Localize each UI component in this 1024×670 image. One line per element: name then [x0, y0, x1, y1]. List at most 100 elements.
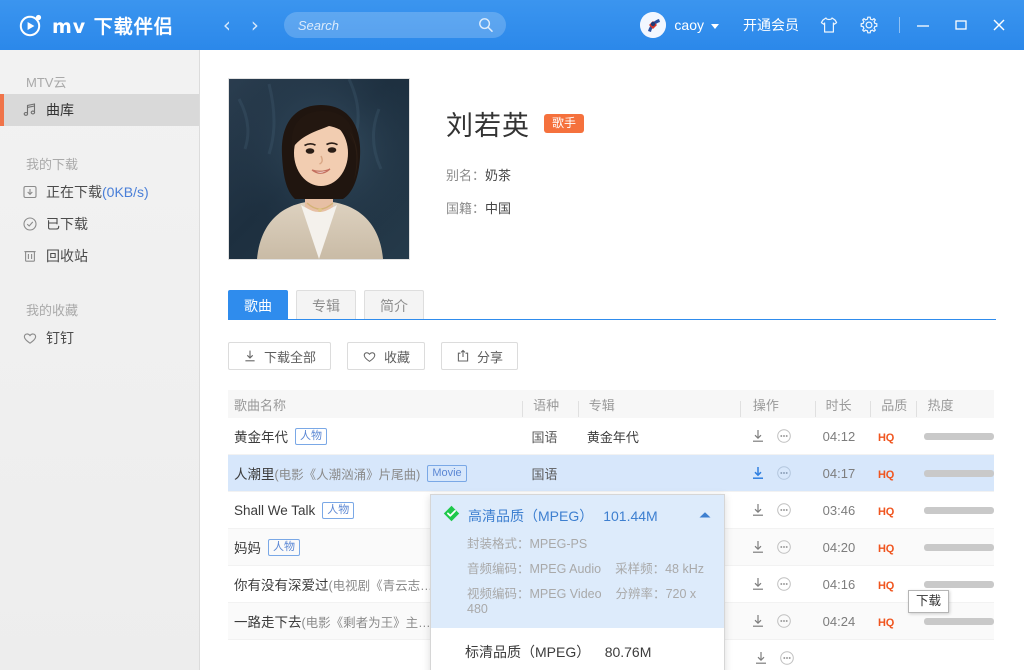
- chevron-down-icon[interactable]: [711, 23, 719, 29]
- search-icon[interactable]: [478, 17, 494, 38]
- quality-video-value: MPEG Video: [529, 587, 602, 601]
- nav-back-button[interactable]: ‹: [218, 15, 236, 35]
- sidebar-item-recycle[interactable]: 回收站: [0, 240, 199, 272]
- download-speed: (0KB/s): [102, 184, 149, 200]
- song-lang: 国语: [531, 429, 558, 445]
- sidebar-item-downloaded[interactable]: 已下载: [0, 208, 199, 240]
- row-download-icon[interactable]: [750, 465, 766, 481]
- minimize-button[interactable]: [908, 10, 938, 40]
- download-all-label: 下载全部: [264, 349, 317, 365]
- close-button[interactable]: [984, 10, 1014, 40]
- table-row[interactable]: 黄金年代 人物 国语 黄金年代 04:12 HQ: [228, 418, 994, 455]
- row-more-icon[interactable]: [776, 502, 792, 518]
- quality-sample-value: 48 kHz: [665, 562, 705, 576]
- quality-badge: HQ: [878, 579, 895, 592]
- row-download-icon[interactable]: [750, 539, 766, 555]
- quality-option-hd[interactable]: 高清品质（MPEG） 101.44M 封装格式：MPEG-PS 音频编码：MPE…: [431, 495, 724, 628]
- song-subtitle: (电视剧《青云志…: [328, 578, 433, 593]
- artist-nationality-label: 国籍：: [446, 201, 486, 216]
- title-bar: mv 下载伴侣 ‹ › Search caoy 开通会员: [0, 0, 1024, 50]
- tab-bar: 歌曲 专辑 简介: [228, 290, 1024, 320]
- row-download-icon[interactable]: [750, 613, 766, 629]
- avatar[interactable]: [640, 12, 667, 38]
- row-more-icon[interactable]: [776, 576, 792, 592]
- song-duration: 04:20: [822, 539, 856, 555]
- row-download-icon[interactable]: [750, 576, 766, 592]
- quality-option-sd[interactable]: 标清品质（MPEG） 80.76M: [431, 628, 724, 670]
- titlebar-right: caoy 开通会员: [640, 10, 1024, 40]
- heart-icon: [362, 349, 377, 364]
- quality-sd-size: 80.76M: [604, 644, 652, 660]
- maximize-button[interactable]: [946, 10, 976, 40]
- sidebar-group-favorites: 我的收藏 钉钉: [0, 272, 199, 354]
- song-tag: Movie: [427, 464, 467, 482]
- play-circle-icon: [18, 12, 44, 38]
- chevron-up-icon[interactable]: [698, 507, 712, 525]
- row-more-icon[interactable]: [776, 539, 792, 555]
- tab-songs[interactable]: 歌曲: [228, 290, 288, 320]
- sidebar-item-library[interactable]: 曲库: [0, 94, 199, 126]
- artist-header: 刘若英 歌手 别名：奶茶 国籍：中国: [200, 50, 1024, 260]
- sidebar-group-downloads: 我的下载 正在下载 (0KB/s) 已下载 回收站: [0, 126, 199, 272]
- col-header-hot: 热度: [916, 395, 994, 417]
- song-duration: 04:17: [822, 465, 856, 481]
- shirt-icon[interactable]: [819, 15, 839, 35]
- brand-title: mv 下载伴侣: [52, 15, 174, 38]
- row-download-icon[interactable]: [750, 428, 766, 444]
- download-all-button[interactable]: 下载全部: [228, 342, 332, 370]
- divider: [899, 17, 900, 33]
- open-vip-button[interactable]: 开通会员: [743, 15, 799, 35]
- username-label[interactable]: caoy: [674, 17, 704, 33]
- share-button[interactable]: 分享: [441, 342, 519, 370]
- row-more-icon[interactable]: [776, 465, 792, 481]
- search-box[interactable]: [283, 12, 506, 38]
- artist-name-row: 刘若英 歌手: [446, 104, 585, 143]
- song-subtitle: (电影《人潮汹涌》片尾曲): [274, 467, 421, 482]
- music-note-icon: [22, 102, 42, 118]
- nav-arrows: ‹ ›: [218, 15, 264, 35]
- col-header-op: 操作: [739, 395, 816, 417]
- sidebar-group-title: 我的下载: [26, 157, 79, 172]
- nav-forward-button[interactable]: ›: [246, 15, 264, 35]
- row-more-icon[interactable]: [776, 428, 792, 444]
- quality-badge: HQ: [878, 542, 895, 555]
- quality-container-value: MPEG-PS: [529, 537, 588, 551]
- sidebar-item-downloading[interactable]: 正在下载 (0KB/s): [0, 176, 199, 208]
- heart-icon: [22, 330, 42, 346]
- song-ops: [738, 576, 812, 592]
- quality-size: 101.44M: [603, 508, 658, 524]
- status-badge: 歌手: [544, 113, 585, 134]
- gear-icon[interactable]: [859, 15, 879, 35]
- green-diamond-check-icon: [443, 505, 460, 527]
- song-title: 人潮里: [234, 467, 275, 482]
- hotness-bar: [923, 432, 994, 440]
- song-ops: [738, 465, 812, 481]
- col-header-duration: 时长: [814, 395, 872, 417]
- sidebar-item-label: 正在下载: [46, 184, 102, 200]
- row-more-icon[interactable]: [779, 650, 795, 666]
- row-download-icon[interactable]: [750, 502, 766, 518]
- row-download-icon[interactable]: [753, 650, 769, 666]
- sidebar-item-dingding[interactable]: 钉钉: [0, 322, 199, 354]
- favorite-label: 收藏: [384, 349, 411, 365]
- quality-badge: HQ: [878, 616, 895, 629]
- quality-dropdown[interactable]: 高清品质（MPEG） 101.44M 封装格式：MPEG-PS 音频编码：MPE…: [430, 494, 725, 670]
- tab-albums[interactable]: 专辑: [296, 290, 356, 320]
- check-circle-icon: [22, 216, 42, 232]
- sidebar-item-label: 回收站: [46, 248, 88, 264]
- search-input[interactable]: [283, 17, 469, 33]
- song-duration: 04:16: [822, 576, 856, 592]
- table-row[interactable]: 人潮里 (电影《人潮汹涌》片尾曲) Movie 国语 04:17 HQ: [228, 455, 994, 492]
- hotness-bar: [923, 469, 994, 477]
- favorite-button[interactable]: 收藏: [347, 342, 426, 370]
- sidebar-item-label: 曲库: [46, 102, 74, 118]
- row-more-icon[interactable]: [776, 613, 792, 629]
- tab-intro[interactable]: 简介: [364, 290, 424, 320]
- artist-alias: 别名：奶茶: [446, 165, 584, 184]
- song-tag: 人物: [268, 538, 300, 556]
- song-ops: [738, 502, 812, 518]
- artist-alias-label: 别名：: [446, 168, 486, 183]
- quality-badge: HQ: [878, 431, 895, 444]
- song-name-cell: 黄金年代 人物: [228, 426, 522, 446]
- sidebar-group-mtv: MTV云 曲库: [0, 50, 199, 126]
